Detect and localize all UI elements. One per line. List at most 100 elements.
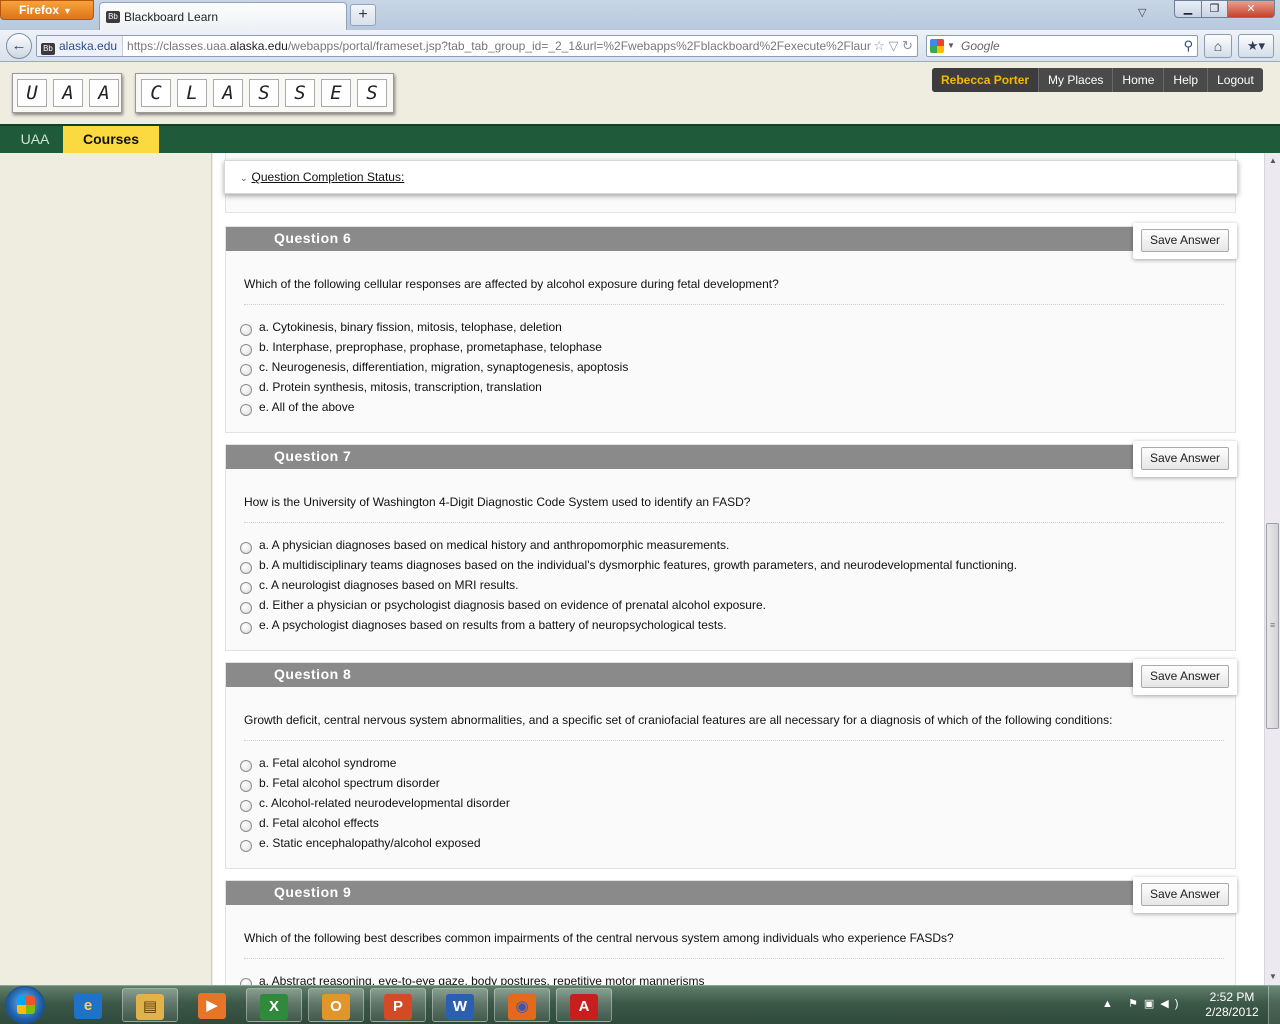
radio-button[interactable]	[240, 978, 252, 985]
radio-button[interactable]	[240, 384, 252, 396]
history-dropdown-icon[interactable]: ▽	[888, 38, 898, 53]
answer-choice[interactable]: b. A multidisciplinary teams diagnoses b…	[240, 558, 1017, 578]
answer-choice-label: b. Interphase, preprophase, prophase, pr…	[259, 340, 602, 354]
bookmarks-button[interactable]: ★▾	[1238, 34, 1274, 58]
bookmark-star-icon[interactable]: ☆	[873, 38, 885, 53]
minimize-window-button[interactable]: ▁	[1174, 0, 1202, 18]
start-button[interactable]	[5, 986, 45, 1024]
search-input[interactable]: ▼ Google ⚲	[926, 35, 1198, 57]
nav-logout[interactable]: Logout	[1207, 68, 1263, 92]
google-icon[interactable]	[930, 39, 944, 53]
volume-icon[interactable]: ◀)	[1160, 998, 1184, 1010]
save-answer-button[interactable]: Save Answer	[1141, 665, 1229, 688]
radio-button[interactable]	[240, 364, 252, 376]
clock[interactable]: 2:52 PM 2/28/2012	[1196, 990, 1268, 1020]
question-completion-status[interactable]: ⌄ Question Completion Status:	[224, 160, 1238, 194]
radio-button[interactable]	[240, 800, 252, 812]
url-text: https://classes.uaa.alaska.edu/webapps/p…	[123, 39, 873, 53]
question-block: Question 8 Save Answer Growth deficit, cen…	[225, 659, 1237, 869]
radio-button[interactable]	[240, 622, 252, 634]
answer-choice-label: a. Fetal alcohol syndrome	[259, 756, 397, 770]
radio-button[interactable]	[240, 344, 252, 356]
radio-button[interactable]	[240, 324, 252, 336]
restore-icon: ❐	[1209, 3, 1220, 15]
answer-choice[interactable]: c. Alcohol-related neurodevelopmental di…	[240, 796, 510, 816]
answer-choice[interactable]: a. Cytokinesis, binary fission, mitosis,…	[240, 320, 628, 340]
taskbar-media-player-button[interactable]: ▶	[184, 988, 240, 1022]
save-answer-button[interactable]: Save Answer	[1141, 447, 1229, 470]
taskbar-excel-button[interactable]: X	[246, 988, 302, 1022]
user-navigation: Rebecca Porter My Places Home Help Logou…	[932, 68, 1263, 92]
chevron-down-icon[interactable]: ▼	[947, 36, 955, 56]
firefox-menu-button[interactable]: Firefox ▼	[0, 0, 94, 20]
radio-button[interactable]	[240, 840, 252, 852]
scrollbar-thumb[interactable]: ≡	[1266, 523, 1279, 729]
question-text: Which of the following best describes co…	[244, 931, 954, 945]
tab-uaa[interactable]: UAA	[9, 126, 61, 153]
list-all-tabs-icon[interactable]: ▽	[1138, 6, 1146, 19]
radio-button[interactable]	[240, 780, 252, 792]
taskbar-acrobat-button[interactable]: A	[556, 988, 612, 1022]
answer-choice[interactable]: a. Abstract reasoning, eye-to-eye gaze, …	[240, 974, 705, 985]
tab-blackboard-learn[interactable]: Bb Blackboard Learn	[99, 2, 347, 30]
save-answer-button[interactable]: Save Answer	[1141, 229, 1229, 252]
radio-button[interactable]	[240, 562, 252, 574]
answer-choice[interactable]: e. Static encephalopathy/alcohol exposed	[240, 836, 510, 856]
radio-button[interactable]	[240, 582, 252, 594]
new-tab-button[interactable]: +	[350, 4, 376, 26]
nav-my-places[interactable]: My Places	[1038, 68, 1112, 92]
radio-button[interactable]	[240, 602, 252, 614]
answer-choice[interactable]: c. A neurologist diagnoses based on MRI …	[240, 578, 1017, 598]
radio-button[interactable]	[240, 820, 252, 832]
tab-courses[interactable]: Courses	[63, 126, 159, 153]
answer-choice[interactable]: a. A physician diagnoses based on medica…	[240, 538, 1017, 558]
nav-home[interactable]: Home	[1112, 68, 1163, 92]
logo-letter: S	[285, 79, 315, 107]
show-desktop-button[interactable]	[1268, 986, 1280, 1024]
question-text: Which of the following cellular response…	[244, 277, 779, 291]
action-center-flag-icon[interactable]: ⚑	[1128, 998, 1144, 1010]
clock-date: 2/28/2012	[1205, 1005, 1259, 1019]
user-name-link[interactable]: Rebecca Porter	[932, 68, 1039, 92]
answer-choice[interactable]: b. Interphase, preprophase, prophase, pr…	[240, 340, 628, 360]
back-button[interactable]: ←	[6, 33, 32, 59]
radio-button[interactable]	[240, 404, 252, 416]
nav-help[interactable]: Help	[1163, 68, 1207, 92]
restore-window-button[interactable]: ❐	[1201, 0, 1228, 18]
radio-button[interactable]	[240, 760, 252, 772]
taskbar-powerpoint-button[interactable]: P	[370, 988, 426, 1022]
answer-choice[interactable]: b. Fetal alcohol spectrum disorder	[240, 776, 510, 796]
answer-choice[interactable]: d. Either a physician or psychologist di…	[240, 598, 1017, 618]
url-bar[interactable]: Bb alaska.edu https://classes.uaa.alaska.e…	[36, 35, 918, 57]
taskbar-windows-explorer-button[interactable]: ▤	[122, 988, 178, 1022]
radio-button[interactable]	[240, 542, 252, 554]
site-identity-button[interactable]: Bb alaska.edu	[37, 36, 124, 56]
search-icon[interactable]: ⚲	[1183, 36, 1193, 56]
home-button[interactable]: ⌂	[1204, 34, 1232, 58]
logo-letter: A	[89, 79, 119, 107]
answer-choice[interactable]: d. Protein synthesis, mitosis, transcrip…	[240, 380, 628, 400]
taskbar-firefox-button[interactable]: ◉	[494, 988, 550, 1022]
answer-choice[interactable]: e. A psychologist diagnoses based on res…	[240, 618, 1017, 638]
reload-icon[interactable]: ↻	[902, 38, 913, 53]
answer-choice[interactable]: c. Neurogenesis, differentiation, migrat…	[240, 360, 628, 380]
save-answer-button[interactable]: Save Answer	[1141, 883, 1229, 906]
show-hidden-icons-icon[interactable]: ▲	[1102, 998, 1119, 1010]
network-icon[interactable]: ▣	[1144, 998, 1160, 1010]
close-window-button[interactable]: ✕	[1227, 0, 1275, 18]
answer-choice[interactable]: e. All of the above	[240, 400, 628, 420]
taskbar-outlook-button[interactable]: O	[308, 988, 364, 1022]
home-icon: ⌂	[1213, 38, 1223, 54]
answer-choices: a. Abstract reasoning, eye-to-eye gaze, …	[240, 974, 705, 985]
answer-choice[interactable]: a. Fetal alcohol syndrome	[240, 756, 510, 776]
answer-choice[interactable]: d. Fetal alcohol effects	[240, 816, 510, 836]
logo-letter: A	[213, 79, 243, 107]
taskbar-word-button[interactable]: W	[432, 988, 488, 1022]
taskbar-internet-explorer-button[interactable]: e	[60, 988, 116, 1022]
scroll-up-icon[interactable]: ▲	[1265, 153, 1280, 169]
search-placeholder: Google	[961, 39, 1000, 53]
expand-chevron-icon[interactable]: ⌄	[240, 173, 248, 183]
scroll-down-icon[interactable]: ▼	[1265, 969, 1280, 985]
content-scrollbar[interactable]: ▲ ≡ ▼	[1264, 153, 1280, 985]
question-completion-status-label[interactable]: Question Completion Status:	[252, 170, 405, 184]
